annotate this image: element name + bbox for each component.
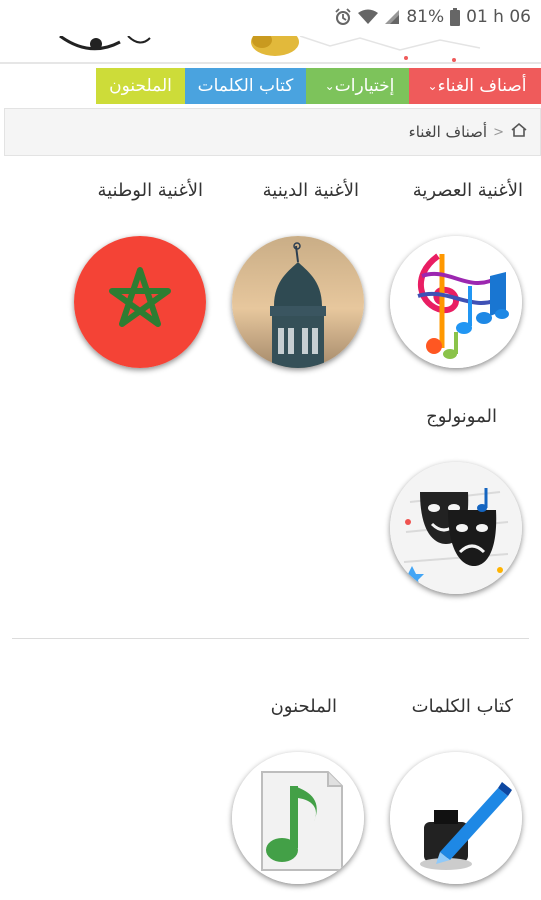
category-label-religious: الأغنية الدينية: [262, 180, 359, 201]
nav-selections-label: إختيارات: [334, 76, 395, 96]
category-monologue[interactable]: [390, 462, 522, 594]
category-modern-song[interactable]: [390, 236, 522, 368]
ink-pen-icon: [390, 752, 522, 884]
nav-lyricists-label: كتاب الكلمات: [197, 76, 294, 96]
theater-masks-icon: [390, 462, 522, 594]
breadcrumb-current: أصناف الغناء: [408, 123, 488, 141]
people-label-composers: الملحنون: [270, 696, 337, 717]
people-label-lyricists: كتاب الكلمات: [411, 696, 513, 717]
mosque-minaret-icon: [232, 236, 364, 368]
nav-composers[interactable]: الملحنون: [96, 68, 185, 104]
top-nav: أصناف الغناء ⌄ إختيارات ⌄ كتاب الكلمات ا…: [96, 68, 541, 104]
clock: 01 h 06: [466, 7, 531, 27]
breadcrumb: > أصناف الغناء: [4, 108, 541, 156]
nav-selections[interactable]: إختيارات ⌄: [306, 68, 409, 104]
battery-icon: [450, 8, 461, 26]
morocco-flag-icon: [74, 236, 206, 368]
nav-genres-label: أصناف الغناء: [437, 76, 527, 96]
header-banner: [0, 36, 541, 66]
category-label-monologue: المونولوج: [426, 406, 497, 427]
nav-genres[interactable]: أصناف الغناء ⌄: [409, 68, 541, 104]
music-notes-icon: [390, 236, 522, 368]
chevron-down-icon: ⌄: [427, 79, 438, 93]
wifi-icon: [358, 9, 379, 25]
nav-composers-label: الملحنون: [109, 76, 172, 96]
signal-icon: [384, 9, 400, 25]
people-lyricists[interactable]: [390, 752, 522, 884]
category-religious-song[interactable]: [232, 236, 364, 368]
nav-lyricists[interactable]: كتاب الكلمات: [185, 68, 306, 104]
status-bar: 81% 01 h 06: [0, 0, 541, 36]
battery-percent: 81%: [406, 7, 445, 27]
home-icon[interactable]: [510, 122, 528, 142]
chevron-down-icon: ⌄: [324, 79, 335, 93]
people-composers[interactable]: [232, 752, 364, 884]
category-national-song[interactable]: [74, 236, 206, 368]
banner-divider: [0, 62, 541, 64]
alarm-icon: [334, 8, 352, 26]
category-label-modern: الأغنية العصرية: [412, 180, 523, 201]
breadcrumb-separator: >: [493, 124, 504, 140]
status-icons: 81% 01 h 06: [334, 7, 531, 27]
music-sheet-icon: [232, 752, 364, 884]
section-divider: [12, 638, 529, 639]
category-label-national: الأغنية الوطنية: [97, 180, 203, 201]
